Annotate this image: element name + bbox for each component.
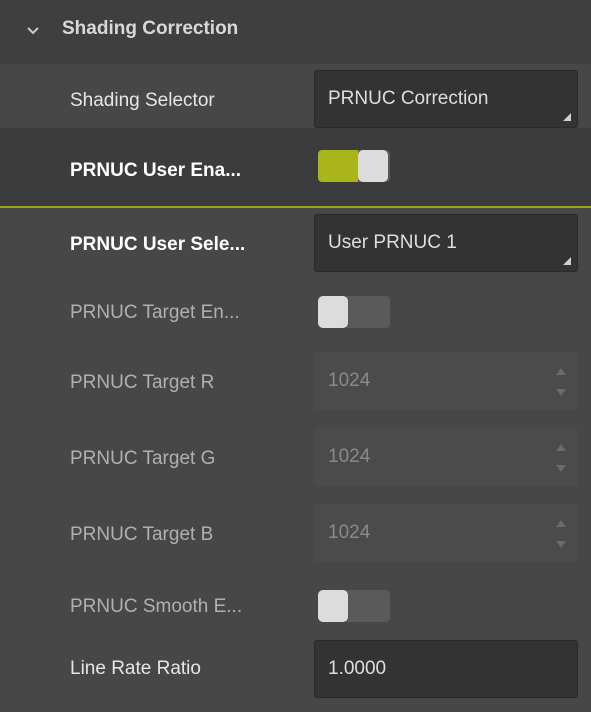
toggle-track-active bbox=[318, 150, 358, 182]
row-prnuc-target-enable: PRNUC Target En... bbox=[0, 276, 591, 354]
line-rate-ratio-input[interactable]: 1.0000 bbox=[314, 640, 578, 698]
prnuc-target-b-value: 1024 bbox=[328, 522, 371, 543]
prnuc-target-enable-toggle[interactable] bbox=[318, 296, 390, 328]
toggle-track bbox=[346, 296, 390, 328]
dropdown-corner-icon bbox=[563, 113, 571, 121]
feature-tree-panel: Shading Correction Shading Selector PRNU… bbox=[0, 0, 591, 706]
toggle-track bbox=[346, 590, 390, 622]
label-prnuc-target-enable: PRNUC Target En... bbox=[70, 302, 240, 323]
label-prnuc-target-g: PRNUC Target G bbox=[70, 448, 216, 469]
label-prnuc-user-enable: PRNUC User Ena... bbox=[70, 160, 242, 181]
prnuc-user-enable-toggle[interactable] bbox=[318, 150, 390, 182]
label-prnuc-target-r: PRNUC Target R bbox=[70, 372, 215, 393]
toggle-knob bbox=[358, 150, 388, 182]
row-prnuc-user-enable: PRNUC User Ena... bbox=[0, 128, 591, 206]
prnuc-user-selector-dropdown[interactable]: User PRNUC 1 bbox=[314, 214, 578, 272]
line-rate-ratio-value: 1.0000 bbox=[328, 658, 387, 679]
row-prnuc-user-selector: PRNUC User Sele... User PRNUC 1 bbox=[0, 208, 591, 286]
spin-arrows-icon[interactable] bbox=[555, 365, 567, 399]
prnuc-target-r-spinbox[interactable]: 1024 bbox=[314, 352, 578, 410]
row-line-rate-ratio: Line Rate Ratio 1.0000 bbox=[0, 634, 591, 712]
shading-selector-value: PRNUC Correction bbox=[328, 88, 489, 109]
prnuc-target-g-value: 1024 bbox=[328, 446, 371, 467]
toggle-knob bbox=[318, 590, 348, 622]
label-prnuc-smooth-enable: PRNUC Smooth E... bbox=[70, 596, 243, 617]
prnuc-target-r-value: 1024 bbox=[328, 370, 371, 391]
prnuc-target-g-spinbox[interactable]: 1024 bbox=[314, 428, 578, 486]
label-shading-selector: Shading Selector bbox=[70, 90, 215, 111]
chevron-down-icon[interactable] bbox=[26, 24, 40, 38]
label-prnuc-user-selector: PRNUC User Sele... bbox=[70, 234, 246, 255]
spin-arrows-icon[interactable] bbox=[555, 517, 567, 551]
row-prnuc-target-b: PRNUC Target B 1024 bbox=[0, 498, 591, 576]
label-prnuc-target-b: PRNUC Target B bbox=[70, 524, 214, 545]
spin-arrows-icon[interactable] bbox=[555, 441, 567, 475]
section-title: Shading Correction bbox=[62, 18, 239, 39]
prnuc-user-selector-value: User PRNUC 1 bbox=[328, 232, 457, 253]
label-line-rate-ratio: Line Rate Ratio bbox=[70, 658, 201, 679]
dropdown-corner-icon bbox=[563, 257, 571, 265]
prnuc-target-b-spinbox[interactable]: 1024 bbox=[314, 504, 578, 562]
row-prnuc-target-g: PRNUC Target G 1024 bbox=[0, 422, 591, 500]
prnuc-smooth-enable-toggle[interactable] bbox=[318, 590, 390, 622]
section-header-shading-correction[interactable]: Shading Correction bbox=[0, 0, 591, 64]
toggle-knob bbox=[318, 296, 348, 328]
shading-selector-dropdown[interactable]: PRNUC Correction bbox=[314, 70, 578, 128]
row-prnuc-target-r: PRNUC Target R 1024 bbox=[0, 346, 591, 424]
